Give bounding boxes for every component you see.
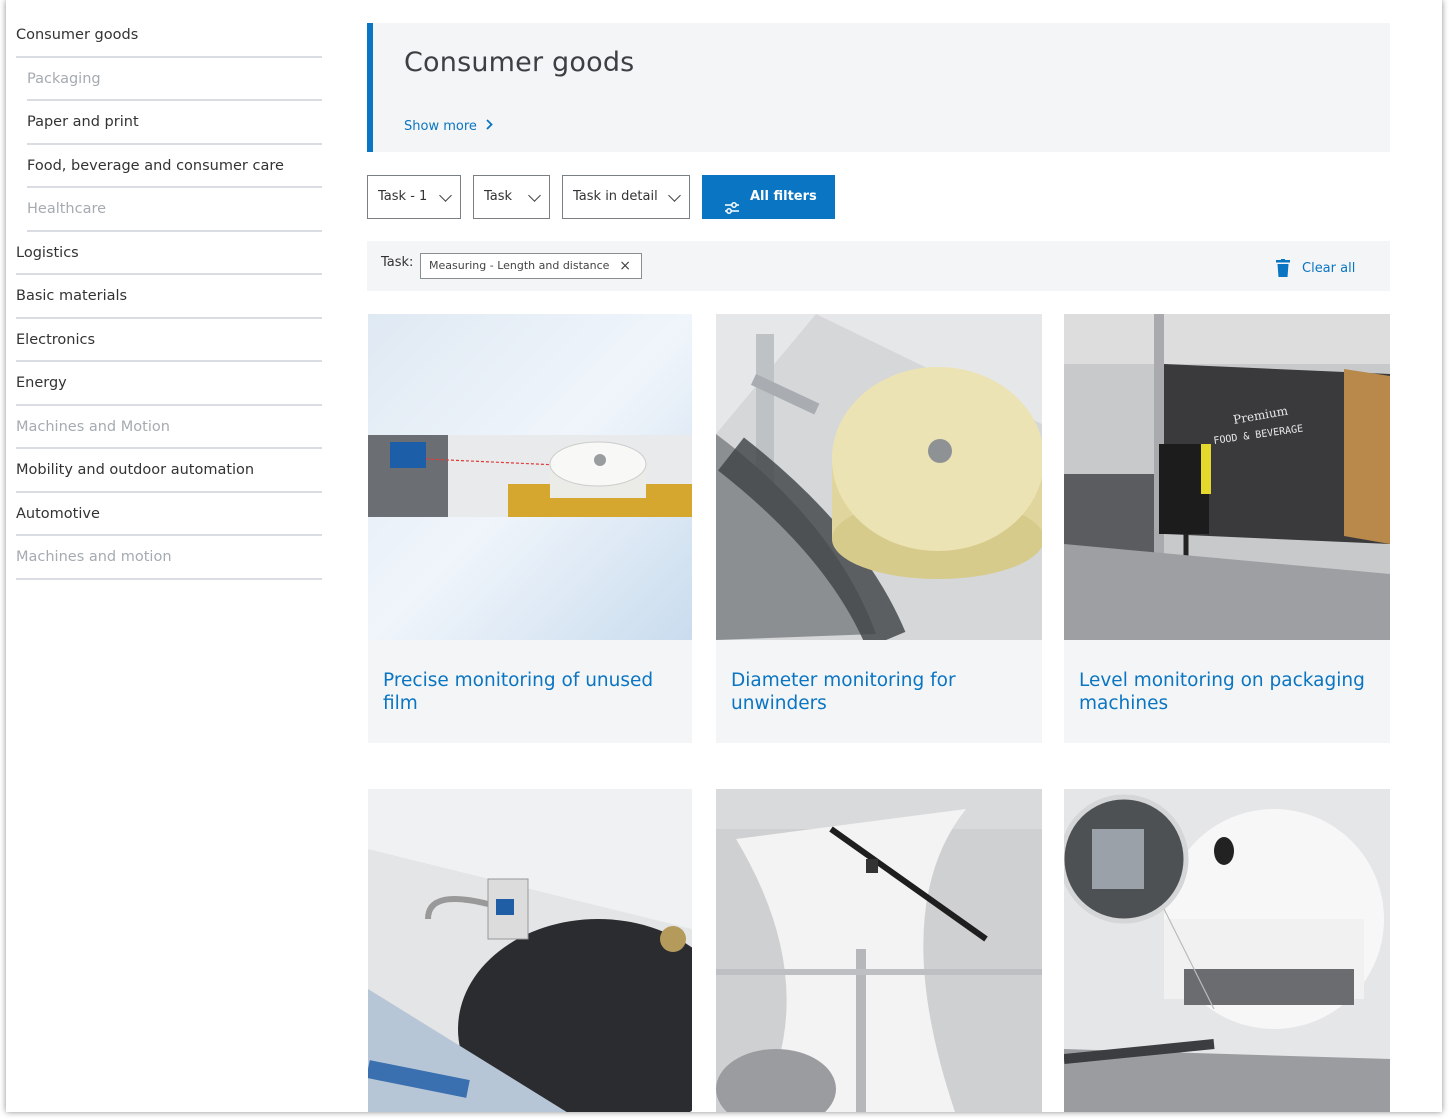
filter-chip-label: Measuring - Length and distance (429, 259, 610, 272)
sidebar-item-automotive[interactable]: Automotive (16, 493, 322, 536)
chevron-down-icon (668, 189, 681, 202)
card-title: Diameter monitoring for unwinders (731, 670, 956, 714)
chevron-right-icon (486, 119, 493, 134)
sliders-icon (724, 190, 740, 214)
dropdown-label: Task in detail (573, 189, 658, 204)
sidebar-item-machines-and-motion[interactable]: Machines and Motion (16, 406, 322, 449)
card-image (1064, 789, 1390, 1112)
card-image (368, 314, 692, 640)
task-dropdown[interactable]: Task (473, 175, 550, 219)
card-image (716, 789, 1042, 1112)
sidebar-item-healthcare[interactable]: Healthcare (27, 188, 322, 232)
sidebar-item-electronics[interactable]: Electronics (16, 319, 322, 362)
dropdown-label: Task (484, 189, 513, 204)
show-more-link[interactable]: Show more (404, 119, 493, 134)
card-title: Level monitoring on packaging machines (1079, 670, 1365, 714)
task-1-dropdown[interactable]: Task - 1 (367, 175, 461, 219)
page-title: Consumer goods (404, 47, 635, 78)
clear-all-label: Clear all (1302, 261, 1356, 276)
trash-icon (1276, 259, 1290, 277)
solution-card-diameter-monitoring[interactable]: Diameter monitoring for unwinders (716, 314, 1042, 743)
solution-card-level-monitoring[interactable]: Premium FOOD & BEVERAGE Level monitoring… (1064, 314, 1390, 743)
solution-card[interactable] (368, 789, 692, 1112)
filter-chip: Measuring - Length and distance × (420, 253, 642, 279)
category-header: Consumer goods Show more (367, 23, 1390, 152)
sidebar-item-basic-materials[interactable]: Basic materials (16, 275, 322, 319)
card-image (716, 314, 1042, 640)
solution-card[interactable] (1064, 789, 1390, 1112)
sidebar-item-consumer-goods[interactable]: Consumer goods (16, 14, 322, 58)
clear-all-button[interactable]: Clear all (1276, 259, 1356, 277)
show-more-label: Show more (404, 119, 477, 134)
sidebar-nav: Consumer goods Packaging Paper and print… (16, 14, 322, 580)
sidebar-item-machines-and-motion-2[interactable]: Machines and motion (16, 536, 322, 580)
all-filters-label: All filters (750, 189, 817, 204)
sidebar-item-paper-and-print[interactable]: Paper and print (27, 101, 322, 145)
all-filters-button[interactable]: All filters (702, 175, 835, 219)
sidebar-item-food-beverage[interactable]: Food, beverage and consumer care (27, 145, 322, 188)
page-frame: Consumer goods Packaging Paper and print… (6, 0, 1442, 1112)
card-title: Precise monitoring of unused film (383, 670, 654, 714)
solution-card[interactable] (716, 789, 1042, 1112)
chevron-down-icon (528, 189, 541, 202)
sidebar-item-energy[interactable]: Energy (16, 362, 322, 406)
active-filters-bar: Task: Measuring - Length and distance × … (367, 241, 1390, 291)
chevron-down-icon (439, 189, 452, 202)
solution-card-unused-film[interactable]: Precise monitoring of unused film (368, 314, 692, 743)
sidebar-item-logistics[interactable]: Logistics (16, 232, 322, 275)
dropdown-label: Task - 1 (378, 189, 428, 204)
sidebar-item-packaging[interactable]: Packaging (27, 58, 322, 101)
active-filter-label: Task: (381, 255, 414, 270)
card-image: Premium FOOD & BEVERAGE (1064, 314, 1390, 640)
card-image (368, 789, 692, 1112)
sidebar-item-mobility[interactable]: Mobility and outdoor automation (16, 449, 322, 493)
close-icon[interactable]: × (619, 254, 631, 278)
task-in-detail-dropdown[interactable]: Task in detail (562, 175, 690, 219)
